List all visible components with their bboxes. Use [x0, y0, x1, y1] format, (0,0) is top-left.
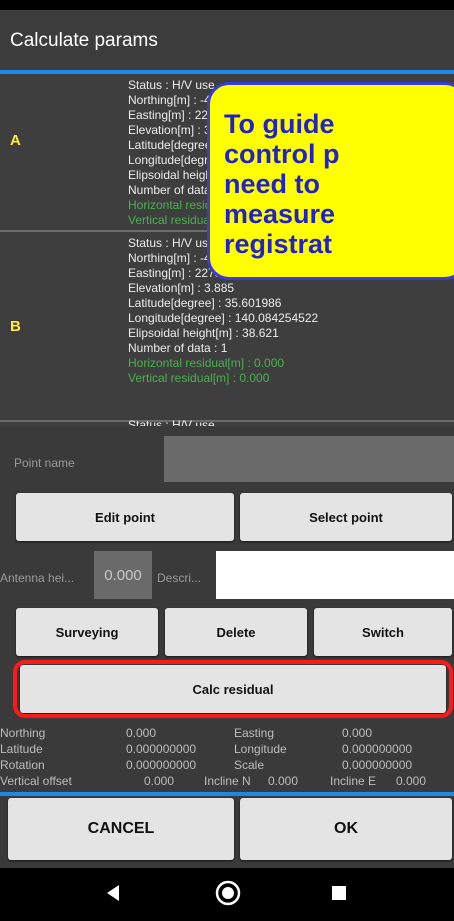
calc-residual-highlight	[13, 660, 453, 718]
callout-line: need to	[224, 169, 321, 199]
description-label: Descri...	[157, 571, 202, 585]
cancel-button[interactable]: CANCEL	[8, 798, 234, 860]
latitude-value: 0.000000000	[126, 742, 197, 756]
rotation-label: Rotation	[0, 758, 45, 772]
incline-e-label: Incline E	[330, 774, 377, 788]
guide-callout: To guide control p need to measure regis…	[207, 82, 454, 280]
status-bar	[0, 0, 454, 10]
scale-value: 0.000000000	[342, 758, 413, 772]
longitude-label: Longitude	[234, 742, 287, 756]
callout-line: control p	[224, 139, 340, 169]
ellipsoidal-height-line: Elipsoidal height[m] : 38.621	[128, 326, 279, 340]
northing-label: Northing	[0, 726, 46, 740]
vertical-residual-line: Vertical residual[m] : 0.000	[128, 371, 270, 385]
incline-n-label: Incline N	[204, 774, 251, 788]
longitude-line: Longitude[degree] : 140.084254522	[128, 311, 319, 325]
point-letter: A	[10, 132, 21, 149]
vertical-offset-value: 0.000	[144, 774, 175, 788]
latitude-line: Latitude[degree] : 35.601986	[128, 296, 282, 310]
recents-icon[interactable]	[332, 886, 346, 905]
delete-button[interactable]: Delete	[165, 608, 307, 656]
footer-divider	[0, 792, 454, 796]
horizontal-residual-line: Horizontal residual[m] : 0.000	[128, 356, 285, 370]
antenna-height-input[interactable]: 0.000	[94, 551, 152, 599]
scale-label: Scale	[234, 758, 265, 772]
point-name-label: Point name	[14, 456, 75, 470]
point-details: Status : H/V use	[128, 418, 215, 426]
callout-line: measure	[224, 199, 336, 229]
control-point-row-c[interactable]: Status : H/V use	[0, 418, 454, 426]
back-icon[interactable]	[106, 884, 120, 907]
switch-button[interactable]: Switch	[314, 608, 452, 656]
point-name-input[interactable]	[164, 436, 454, 482]
number-of-data-line: Number of data : 1	[128, 341, 228, 355]
dialog-title: Calculate params	[10, 30, 158, 51]
incline-e-value: 0.000	[396, 774, 427, 788]
parameter-summary: Northing 0.000 Easting 0.000 Latitude 0.…	[0, 724, 454, 794]
incline-n-value: 0.000	[268, 774, 299, 788]
easting-label: Easting	[234, 726, 275, 740]
point-letter: B	[10, 318, 21, 335]
home-icon[interactable]	[215, 880, 241, 911]
vertical-offset-label: Vertical offset	[0, 774, 72, 788]
elevation-line: Elevation[m] : 3.885	[128, 281, 235, 295]
callout-line: To guide	[224, 109, 335, 139]
description-input[interactable]	[216, 551, 454, 599]
surveying-button[interactable]: Surveying	[16, 608, 158, 656]
latitude-label: Latitude	[0, 742, 43, 756]
dialog-header: Calculate params	[0, 10, 454, 74]
select-point-button[interactable]: Select point	[240, 493, 452, 541]
easting-value: 0.000	[342, 726, 373, 740]
callout-line: registrat	[224, 229, 333, 259]
status-line: Status : H/V use	[128, 418, 215, 426]
ok-button[interactable]: OK	[240, 798, 452, 860]
edit-point-button[interactable]: Edit point	[16, 493, 234, 541]
antenna-height-label: Antenna hei...	[0, 571, 75, 585]
longitude-value: 0.000000000	[342, 742, 413, 756]
rotation-value: 0.000000000	[126, 758, 197, 772]
northing-value: 0.000	[126, 726, 157, 740]
system-nav-bar	[0, 868, 454, 921]
